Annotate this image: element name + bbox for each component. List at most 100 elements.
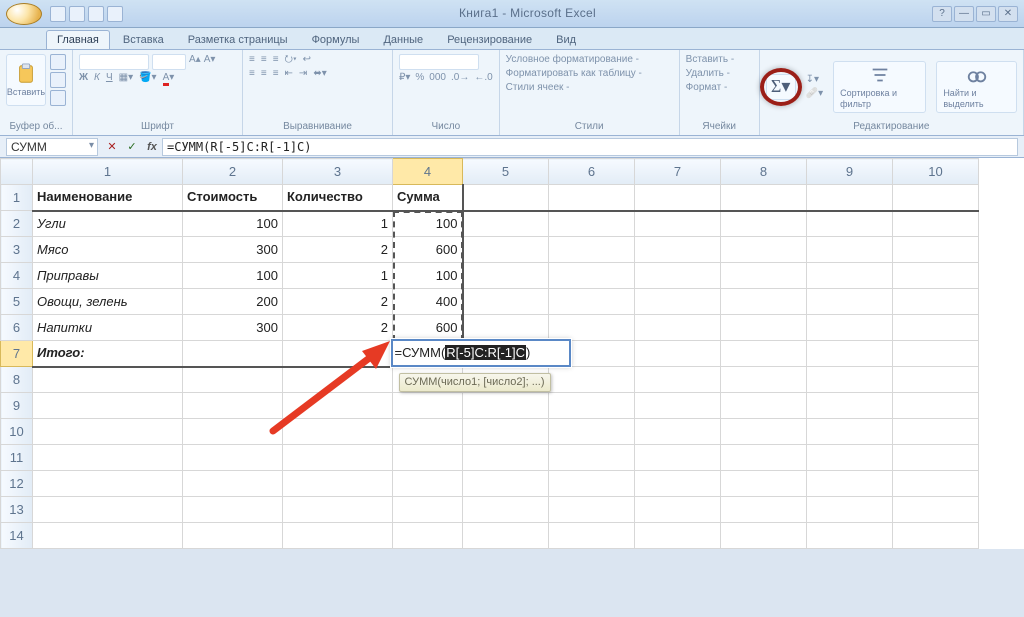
cell[interactable] (33, 445, 183, 471)
row-header[interactable]: 13 (1, 497, 33, 523)
bold-icon[interactable]: Ж (79, 72, 88, 84)
cell[interactable] (183, 523, 283, 549)
cell[interactable]: Приправы (33, 263, 183, 289)
cell[interactable] (549, 237, 635, 263)
cell[interactable] (635, 471, 721, 497)
cell[interactable] (283, 445, 393, 471)
cell[interactable]: Напитки (33, 315, 183, 341)
row-header[interactable]: 2 (1, 211, 33, 237)
cell[interactable]: Овощи, зелень (33, 289, 183, 315)
col-header[interactable]: 8 (721, 159, 807, 185)
percent-icon[interactable]: % (415, 72, 424, 84)
cell[interactable] (549, 393, 635, 419)
cell[interactable] (635, 341, 721, 367)
align-mid-icon[interactable]: ≡ (261, 54, 267, 66)
cell[interactable] (549, 523, 635, 549)
cell[interactable] (721, 497, 807, 523)
row-header[interactable]: 11 (1, 445, 33, 471)
cell[interactable] (33, 497, 183, 523)
cell[interactable]: 100 (183, 263, 283, 289)
cell[interactable] (721, 445, 807, 471)
cell[interactable]: Сумма (393, 185, 463, 211)
font-color-icon[interactable]: A▾ (163, 72, 175, 84)
tab-данные[interactable]: Данные (372, 30, 434, 49)
cell[interactable] (283, 497, 393, 523)
italic-icon[interactable]: К (94, 72, 100, 84)
cell[interactable] (183, 445, 283, 471)
cell[interactable] (33, 367, 183, 393)
dec-dec-icon[interactable]: ←.0 (474, 72, 492, 84)
cell[interactable] (549, 367, 635, 393)
col-header[interactable]: 7 (635, 159, 721, 185)
cell[interactable] (893, 237, 979, 263)
row-header[interactable]: 12 (1, 471, 33, 497)
cell[interactable] (463, 315, 549, 341)
qat-undo-icon[interactable] (69, 6, 85, 22)
cell[interactable] (635, 263, 721, 289)
cell[interactable]: Итого: (33, 341, 183, 367)
cell[interactable] (807, 341, 893, 367)
cell[interactable] (807, 289, 893, 315)
cell[interactable] (635, 445, 721, 471)
cell[interactable] (463, 497, 549, 523)
cell[interactable] (283, 367, 393, 393)
cell[interactable] (393, 419, 463, 445)
autosum-button[interactable]: Σ▾ (766, 74, 796, 100)
row-header[interactable]: 4 (1, 263, 33, 289)
row-header[interactable]: 5 (1, 289, 33, 315)
cell[interactable]: 2 (283, 237, 393, 263)
border-icon[interactable]: ▦▾ (119, 72, 133, 84)
cell[interactable] (183, 419, 283, 445)
cell[interactable] (549, 419, 635, 445)
cell[interactable] (33, 419, 183, 445)
cell[interactable] (721, 471, 807, 497)
format-cells-button[interactable]: Формат - (686, 82, 728, 94)
cell[interactable] (893, 445, 979, 471)
row-header[interactable]: 9 (1, 393, 33, 419)
format-table-button[interactable]: Форматировать как таблицу - (506, 68, 642, 80)
cancel-edit-button[interactable]: ✕ (103, 138, 121, 156)
cell[interactable] (721, 419, 807, 445)
qat-more-icon[interactable] (107, 6, 123, 22)
cell[interactable] (893, 185, 979, 211)
format-painter-icon[interactable] (50, 90, 66, 106)
insert-function-button[interactable]: fx (143, 138, 161, 156)
cell[interactable] (893, 471, 979, 497)
cell[interactable] (721, 315, 807, 341)
tab-рецензирование[interactable]: Рецензирование (436, 30, 543, 49)
dec-font-icon[interactable]: A▾ (204, 54, 216, 70)
wrap-text-icon[interactable]: ↩ (303, 54, 311, 66)
cell[interactable] (635, 419, 721, 445)
cond-format-button[interactable]: Условное форматирование - (506, 54, 639, 66)
row-header[interactable]: 6 (1, 315, 33, 341)
tab-вставка[interactable]: Вставка (112, 30, 175, 49)
row-header[interactable]: 7 (1, 341, 33, 367)
cell[interactable] (463, 445, 549, 471)
cell[interactable] (807, 523, 893, 549)
cell-styles-button[interactable]: Стили ячеек - (506, 82, 570, 94)
col-header[interactable]: 4 (393, 159, 463, 185)
indent-inc-icon[interactable]: ⇥ (299, 68, 307, 80)
cell[interactable] (183, 367, 283, 393)
cell[interactable] (549, 315, 635, 341)
col-header[interactable]: 2 (183, 159, 283, 185)
cell[interactable]: 2 (283, 289, 393, 315)
cell[interactable]: 100 (183, 211, 283, 237)
cell[interactable] (183, 393, 283, 419)
cell[interactable] (393, 471, 463, 497)
cell[interactable] (807, 497, 893, 523)
col-header[interactable]: 5 (463, 159, 549, 185)
dec-inc-icon[interactable]: .0→ (451, 72, 469, 84)
cell[interactable] (549, 263, 635, 289)
align-left-icon[interactable]: ≡ (249, 68, 255, 80)
cell[interactable]: 1 (283, 263, 393, 289)
cell[interactable] (33, 393, 183, 419)
cell[interactable] (463, 185, 549, 211)
cell[interactable] (893, 211, 979, 237)
comma-icon[interactable]: 000 (429, 72, 446, 84)
cell[interactable] (893, 419, 979, 445)
cell[interactable]: Угли (33, 211, 183, 237)
cell[interactable]: 300 (183, 315, 283, 341)
row-header[interactable]: 3 (1, 237, 33, 263)
cell[interactable]: 600 (393, 315, 463, 341)
